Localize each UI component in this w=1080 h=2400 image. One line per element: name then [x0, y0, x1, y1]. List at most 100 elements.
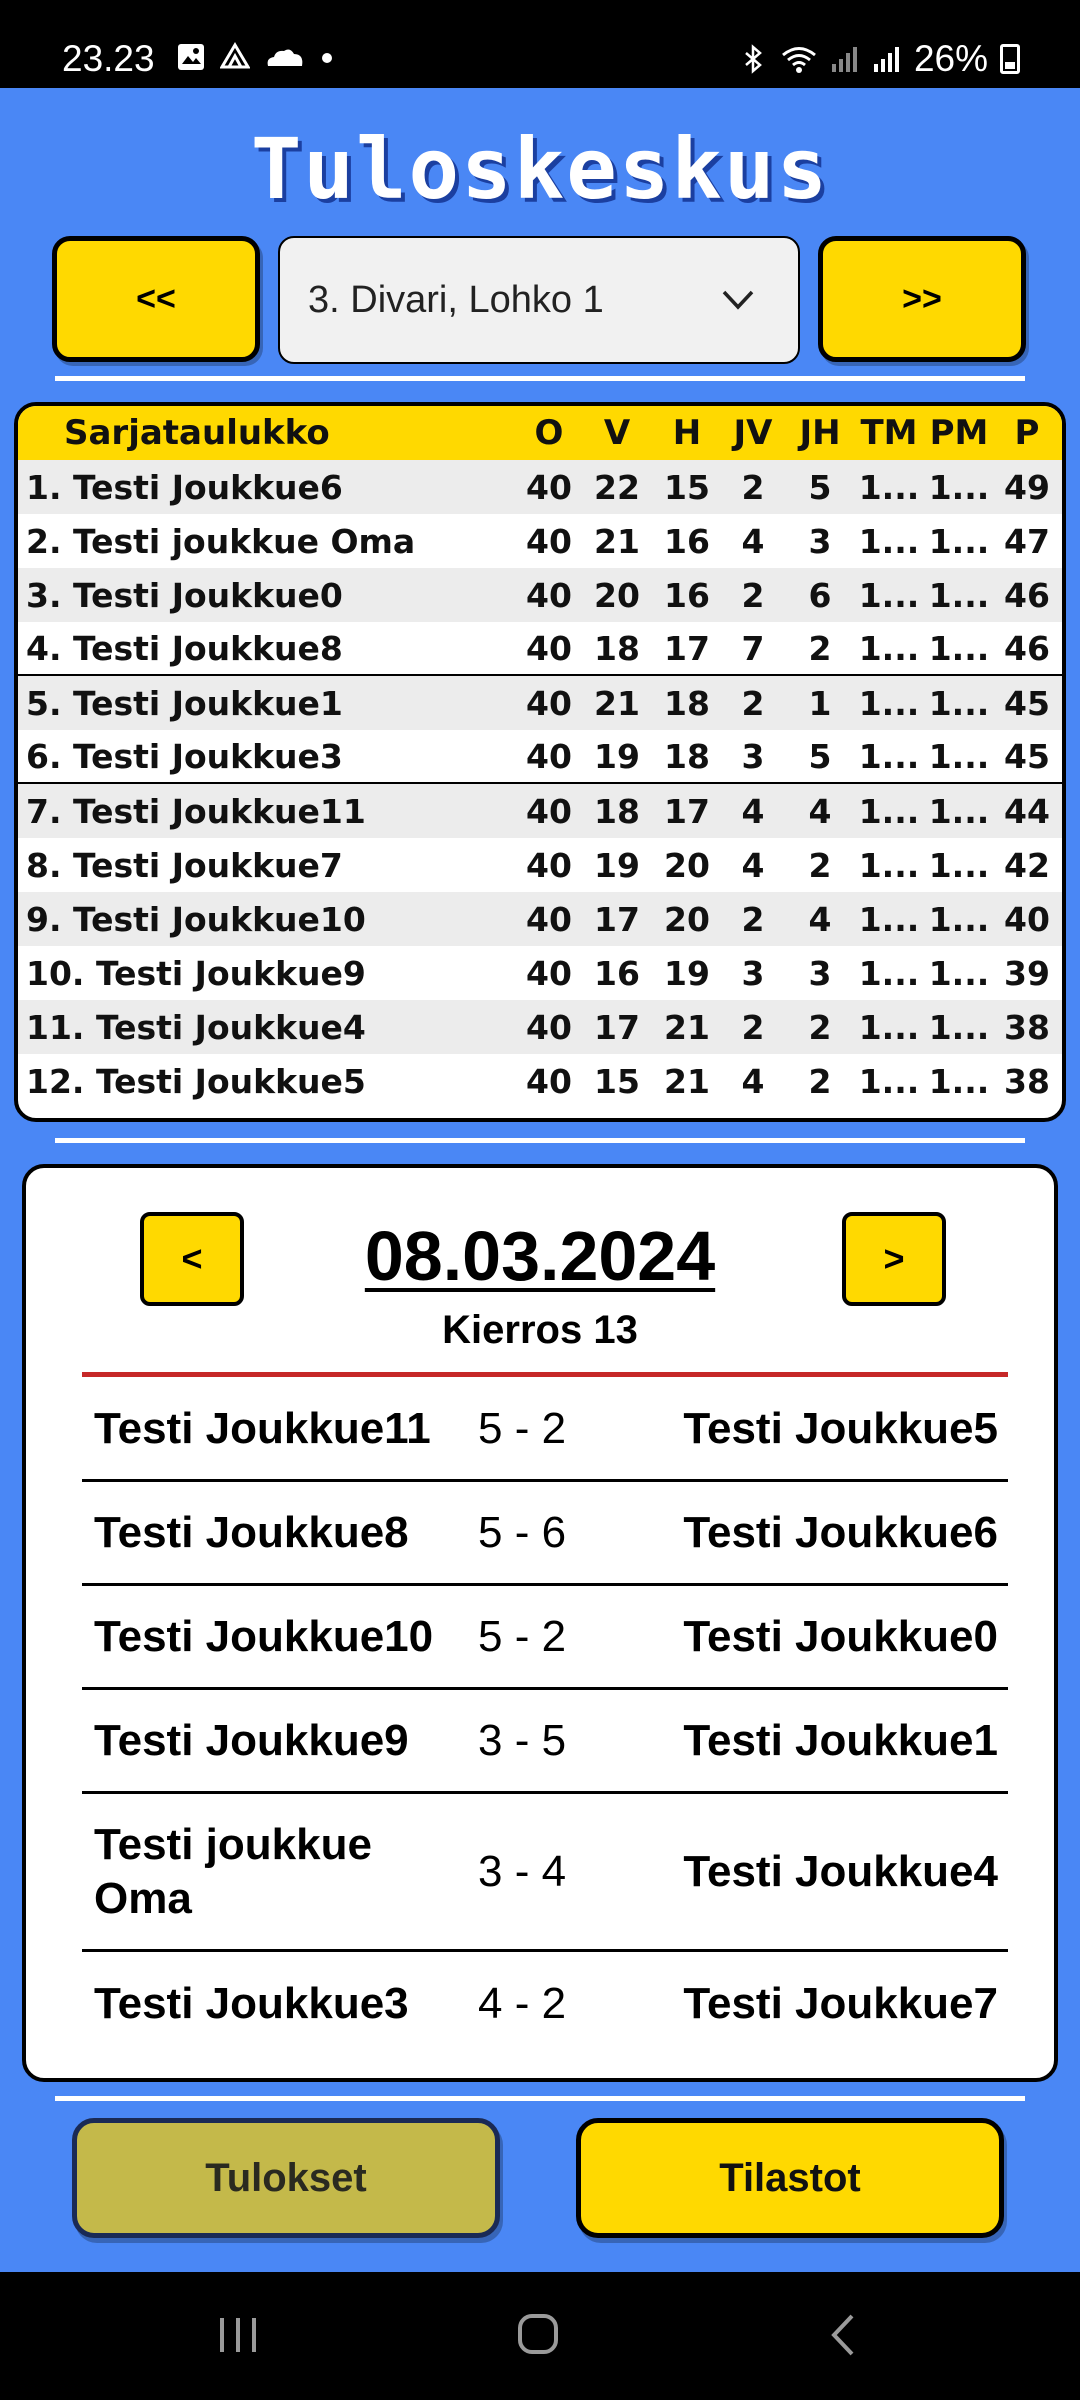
cell-p: 38 — [1004, 1007, 1050, 1047]
table-row: 5. Testi Joukkue1 40 21 18 2 1 1... 1... 45 — [18, 676, 1062, 730]
match-home-team: Testi Joukkue10 — [94, 1611, 434, 1661]
cell-o: 40 — [526, 575, 572, 615]
cell-pm: 1... — [928, 736, 990, 776]
results-tab-button[interactable]: Tulokset — [72, 2118, 500, 2238]
cell-pm: 1... — [928, 1061, 990, 1101]
match-home-team: Testi Joukkue9 — [94, 1715, 409, 1765]
header-v: V — [603, 413, 631, 453]
cell-jv: 4 — [741, 521, 765, 561]
match-row: Testi Joukkue8 5 - 6 Testi Joukkue6 — [82, 1482, 1008, 1586]
cell-jh: 2 — [808, 1061, 832, 1101]
cell-jv: 3 — [741, 736, 765, 776]
cell-p: 40 — [1004, 899, 1050, 939]
cell-pm: 1... — [928, 467, 990, 507]
cell-v: 22 — [594, 467, 640, 507]
match-home-team: Testi Joukkue11 — [94, 1403, 431, 1453]
cell-o: 40 — [526, 736, 572, 776]
next-round-button[interactable]: > — [842, 1212, 946, 1306]
cell-jv: 2 — [741, 683, 765, 723]
cell-team: 9. Testi Joukkue10 — [26, 899, 366, 939]
cell-o: 40 — [526, 953, 572, 993]
cell-o: 40 — [526, 521, 572, 561]
match-row: Testi joukkue Oma 3 - 4 Testi Joukkue4 — [82, 1794, 1008, 1952]
image-notification-icon — [178, 44, 204, 70]
cell-h: 20 — [664, 845, 710, 885]
cell-o: 40 — [526, 467, 572, 507]
cell-jv: 2 — [741, 1007, 765, 1047]
cell-jh: 5 — [808, 736, 832, 776]
cell-h: 17 — [664, 791, 710, 831]
cell-p: 49 — [1004, 467, 1050, 507]
match-score: 4 - 2 — [478, 1979, 567, 2028]
cell-v: 18 — [594, 791, 640, 831]
cell-tm: 1... — [858, 953, 920, 993]
table-row: 6. Testi Joukkue3 40 19 18 3 5 1... 1... 45 — [18, 730, 1062, 784]
cell-v: 19 — [594, 736, 640, 776]
table-row: 8. Testi Joukkue7 40 19 20 4 2 1... 1... 42 — [18, 838, 1062, 892]
cell-jv: 4 — [741, 1061, 765, 1101]
statistics-tab-button[interactable]: Tilastot — [576, 2118, 1004, 2238]
table-row: 1. Testi Joukkue6 40 22 15 2 5 1... 1... 49 — [18, 460, 1062, 514]
cell-pm: 1... — [928, 899, 990, 939]
cell-p: 38 — [1004, 1061, 1050, 1101]
header-pm: PM — [929, 413, 989, 453]
cell-tm: 1... — [858, 575, 920, 615]
cell-h: 16 — [664, 575, 710, 615]
next-division-button[interactable]: >> — [818, 236, 1026, 362]
cell-o: 40 — [526, 683, 572, 723]
cell-jh: 4 — [808, 899, 832, 939]
divider — [55, 1138, 1025, 1143]
cell-o: 40 — [526, 1061, 572, 1101]
cell-o: 40 — [526, 628, 572, 668]
cell-v: 18 — [594, 628, 640, 668]
table-row: 10. Testi Joukkue9 40 16 19 3 3 1... 1... 39 — [18, 946, 1062, 1000]
cell-pm: 1... — [928, 683, 990, 723]
cell-jv: 2 — [741, 899, 765, 939]
cell-pm: 1... — [928, 845, 990, 885]
table-row: 2. Testi joukkue Oma 40 21 16 4 3 1... 1... 47 — [18, 514, 1062, 568]
cell-jh: 1 — [808, 683, 832, 723]
bluetooth-icon — [745, 44, 762, 74]
cell-jh: 3 — [808, 953, 832, 993]
match-row: Testi Joukkue10 5 - 2 Testi Joukkue0 — [82, 1586, 1008, 1690]
previous-division-button[interactable]: << — [52, 236, 260, 362]
cell-o: 40 — [526, 1007, 572, 1047]
header-tm: TM — [860, 413, 918, 453]
cell-jv: 2 — [741, 575, 765, 615]
signal-icon-2 — [873, 47, 899, 72]
match-home-team: Testi Joukkue8 — [94, 1507, 409, 1557]
match-score: 5 - 2 — [478, 1403, 567, 1453]
cell-tm: 1... — [858, 1061, 920, 1101]
cell-h: 20 — [664, 899, 710, 939]
divider — [55, 376, 1025, 381]
round-label: Kierros 13 — [442, 1308, 638, 1352]
cell-v: 19 — [594, 845, 640, 885]
battery-icon — [1000, 44, 1020, 74]
cell-p: 45 — [1004, 736, 1050, 776]
cell-p: 47 — [1004, 521, 1050, 561]
cell-v: 17 — [594, 899, 640, 939]
system-navigation-bar — [0, 2272, 1080, 2400]
cell-o: 40 — [526, 791, 572, 831]
standings-table: Sarjataulukko O V H JV JH TM PM P 1. Tes… — [14, 402, 1066, 1122]
cell-jh: 2 — [808, 845, 832, 885]
table-row: 9. Testi Joukkue10 40 17 20 2 4 1... 1... 40 — [18, 892, 1062, 946]
recent-apps-icon[interactable] — [216, 2310, 260, 2360]
back-icon[interactable] — [822, 2310, 862, 2360]
standings-header: Sarjataulukko O V H JV JH TM PM P — [18, 406, 1062, 460]
cell-p: 42 — [1004, 845, 1050, 885]
cell-pm: 1... — [928, 575, 990, 615]
red-divider — [82, 1372, 1008, 1377]
header-team: Sarjataulukko — [64, 413, 330, 453]
cell-h: 15 — [664, 467, 710, 507]
cell-team: 5. Testi Joukkue1 — [26, 683, 343, 723]
division-select[interactable]: 3. Divari, Lohko 1 — [278, 236, 800, 364]
cell-jh: 6 — [808, 575, 832, 615]
status-time: 23.23 — [62, 38, 155, 79]
status-bar: 23.23 26% — [0, 0, 1080, 88]
match-score: 5 - 2 — [478, 1611, 567, 1661]
header-p: P — [1014, 413, 1040, 453]
cell-h: 19 — [664, 953, 710, 993]
home-icon[interactable] — [514, 2310, 564, 2360]
cell-tm: 1... — [858, 845, 920, 885]
